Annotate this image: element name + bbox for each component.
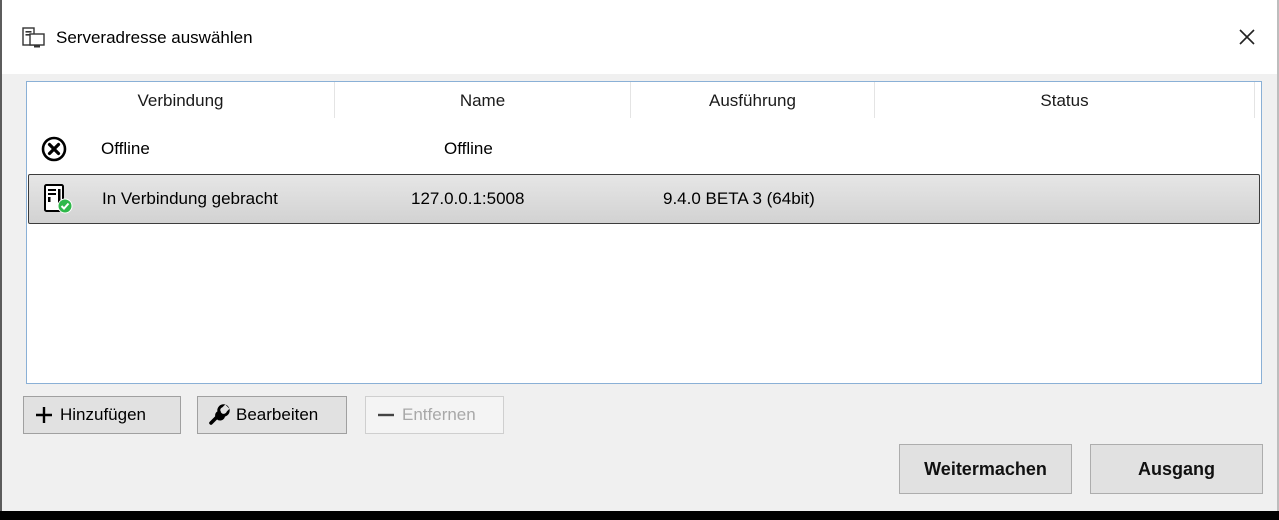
name-cell: Offline xyxy=(444,139,493,158)
server-connected-icon xyxy=(44,184,73,214)
close-icon xyxy=(1239,29,1255,45)
add-button-label: Hinzufügen xyxy=(60,405,147,424)
table-row-offline[interactable]: Offline Offline xyxy=(27,124,1261,174)
exit-button[interactable]: Ausgang xyxy=(1090,444,1263,494)
connection-cell: Offline xyxy=(101,139,150,158)
continue-button[interactable]: Weitermachen xyxy=(899,444,1072,494)
edit-button-label: Bearbeiten xyxy=(236,405,319,424)
table-row-connected[interactable]: In Verbindung gebracht 127.0.0.1:5008 9.… xyxy=(28,174,1260,224)
server-list[interactable]: Verbindung Name Ausführung Status Offlin… xyxy=(26,81,1262,384)
column-header-verbindung[interactable]: Verbindung xyxy=(27,82,335,118)
column-header-ausfuehrung[interactable]: Ausführung xyxy=(631,82,875,118)
plus-icon xyxy=(36,407,52,423)
continue-button-label: Weitermachen xyxy=(924,458,1047,479)
exit-button-label: Ausgang xyxy=(1137,458,1215,479)
name-cell: 127.0.0.1:5008 xyxy=(411,189,525,208)
close-button[interactable] xyxy=(1217,12,1277,62)
remove-button-label: Entfernen xyxy=(402,405,476,424)
add-button[interactable]: Hinzufügen xyxy=(23,396,181,434)
connection-cell: In Verbindung gebracht xyxy=(102,189,278,208)
wrench-icon xyxy=(209,404,230,425)
title-bar: Serveradresse auswählen xyxy=(2,0,1277,74)
remove-button[interactable]: Entfernen xyxy=(365,396,504,434)
column-header-status[interactable]: Status xyxy=(875,82,1255,118)
list-header: Verbindung Name Ausführung Status xyxy=(27,82,1255,118)
server-dialog-icon xyxy=(22,27,45,48)
server-address-dialog: Serveradresse auswählen Verbindung Name … xyxy=(0,0,1279,511)
column-header-name[interactable]: Name xyxy=(335,82,631,118)
version-cell: 9.4.0 BETA 3 (64bit) xyxy=(663,189,815,208)
minus-icon xyxy=(378,413,394,417)
offline-x-icon xyxy=(41,136,67,162)
dialog-title: Serveradresse auswählen xyxy=(56,28,253,47)
edit-button[interactable]: Bearbeiten xyxy=(197,396,347,434)
